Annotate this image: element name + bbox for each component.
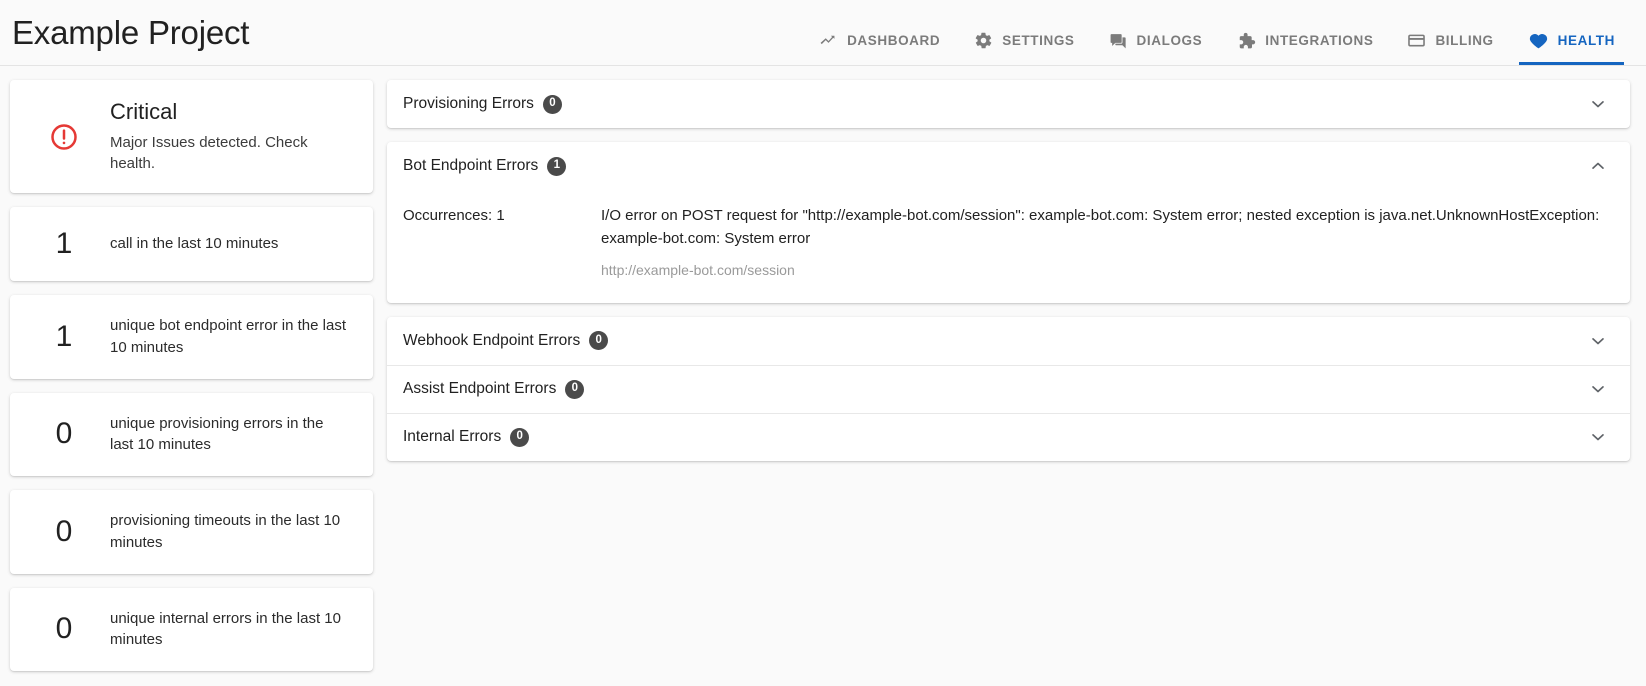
- status-text-group: Critical Major Issues detected. Check he…: [110, 98, 357, 175]
- panel-title: Internal Errors: [403, 428, 502, 445]
- gear-icon: [974, 31, 993, 50]
- app-header: Example Project DASHBOARD SETTINGS DIALO…: [0, 0, 1646, 66]
- status-badge: 0: [510, 427, 530, 447]
- metric-card-bot-endpoint-errors: 1 unique bot endpoint error in the last …: [10, 295, 373, 379]
- metric-card-calls: 1 call in the last 10 minutes: [10, 207, 373, 282]
- panel-header-provisioning-errors[interactable]: Provisioning Errors 0: [387, 80, 1630, 128]
- error-accordion: Provisioning Errors 0 Bot Endpoint Error…: [387, 80, 1630, 461]
- metric-value: 0: [55, 612, 73, 646]
- occurrence-message: I/O error on POST request for "http://ex…: [601, 207, 1600, 248]
- occurrence-row: Occurrences: 1 I/O error on POST request…: [403, 196, 1608, 281]
- nav-item-integrations[interactable]: INTEGRATIONS: [1219, 0, 1390, 65]
- nav-item-dashboard[interactable]: DASHBOARD: [802, 0, 957, 65]
- heart-icon: [1528, 30, 1549, 51]
- metrics-sidebar: Critical Major Issues detected. Check he…: [10, 80, 373, 672]
- nav-item-label: DASHBOARD: [847, 33, 941, 48]
- occurrence-url: http://example-bot.com/session: [601, 261, 795, 278]
- panel-title: Bot Endpoint Errors: [403, 157, 539, 174]
- status-badge: 1: [547, 156, 567, 176]
- metric-label: provisioning timeouts in the last 10 min…: [110, 512, 341, 551]
- occurrence-count: Occurrences: 1: [403, 207, 505, 224]
- nav-item-label: BILLING: [1435, 33, 1494, 48]
- nav-item-settings[interactable]: SETTINGS: [957, 0, 1091, 65]
- panel-header-internal-errors[interactable]: Internal Errors 0: [387, 412, 1630, 461]
- metric-card-provisioning-timeouts: 0 provisioning timeouts in the last 10 m…: [10, 490, 373, 574]
- metric-card-internal-errors: 0 unique internal errors in the last 10 …: [10, 587, 373, 672]
- chevron-down-icon[interactable]: [1588, 331, 1608, 351]
- main-navigation: DASHBOARD SETTINGS DIALOGS INTEGRATIONS: [802, 0, 1632, 65]
- metric-card-provisioning-errors: 0 unique provisioning errors in the last…: [10, 392, 373, 477]
- metric-label: unique bot endpoint error in the last 10…: [110, 317, 346, 356]
- panel-title: Webhook Endpoint Errors: [403, 331, 581, 349]
- occurrence-detail: I/O error on POST request for "http://ex…: [601, 204, 1608, 281]
- metric-label: unique internal errors in the last 10 mi…: [110, 609, 341, 649]
- error-circle-icon: [18, 122, 110, 152]
- status-badge: 0: [589, 331, 609, 350]
- panel-body-bot-endpoint-errors: Occurrences: 1 I/O error on POST request…: [387, 190, 1630, 303]
- nav-item-label: SETTINGS: [1002, 33, 1075, 48]
- panel-header-bot-endpoint-errors[interactable]: Bot Endpoint Errors 1: [387, 142, 1630, 190]
- metric-label: call in the last 10 minutes: [110, 235, 279, 253]
- status-badge: 0: [542, 94, 562, 114]
- puzzle-icon: [1236, 31, 1256, 51]
- chevron-down-icon[interactable]: [1588, 379, 1608, 399]
- panel-provisioning-errors: Provisioning Errors 0: [387, 80, 1630, 128]
- panel-header-assist-endpoint-errors[interactable]: Assist Endpoint Errors 0: [387, 364, 1630, 413]
- nav-item-billing[interactable]: BILLING: [1390, 0, 1510, 65]
- metric-value: 1: [55, 227, 73, 261]
- trending-up-icon: [819, 31, 838, 50]
- nav-item-label: INTEGRATIONS: [1265, 33, 1374, 48]
- page-title: Example Project: [12, 14, 250, 51]
- status-badge: 0: [565, 379, 585, 399]
- nav-item-label: HEALTH: [1557, 33, 1615, 48]
- page-body: Critical Major Issues detected. Check he…: [0, 66, 1646, 686]
- nav-item-label: DIALOGS: [1136, 33, 1203, 48]
- status-title: Critical: [110, 99, 178, 124]
- nav-item-health[interactable]: HEALTH: [1511, 0, 1632, 65]
- health-status-card: Critical Major Issues detected. Check he…: [10, 80, 373, 194]
- panel-title: Provisioning Errors: [403, 95, 534, 112]
- chat-icon: [1109, 31, 1128, 50]
- panel-header-webhook-endpoint-errors[interactable]: Webhook Endpoint Errors 0: [387, 317, 1630, 365]
- metric-label: unique provisioning errors in the last 1…: [110, 414, 324, 454]
- panel-group-remaining-errors: Webhook Endpoint Errors 0 Assist Endpoin…: [387, 316, 1630, 461]
- panel-title: Assist Endpoint Errors: [403, 380, 557, 397]
- chevron-down-icon[interactable]: [1588, 427, 1608, 447]
- chevron-up-icon[interactable]: [1588, 156, 1608, 176]
- metric-value: 1: [55, 319, 73, 353]
- status-description: Major Issues detected. Check health.: [110, 133, 308, 173]
- metric-value: 0: [55, 514, 73, 548]
- nav-item-dialogs[interactable]: DIALOGS: [1092, 0, 1220, 65]
- panel-bot-endpoint-errors: Bot Endpoint Errors 1 Occurrences: 1 I/O…: [387, 142, 1630, 303]
- credit-card-icon: [1407, 31, 1426, 50]
- chevron-down-icon[interactable]: [1588, 94, 1608, 114]
- metric-value: 0: [55, 417, 73, 451]
